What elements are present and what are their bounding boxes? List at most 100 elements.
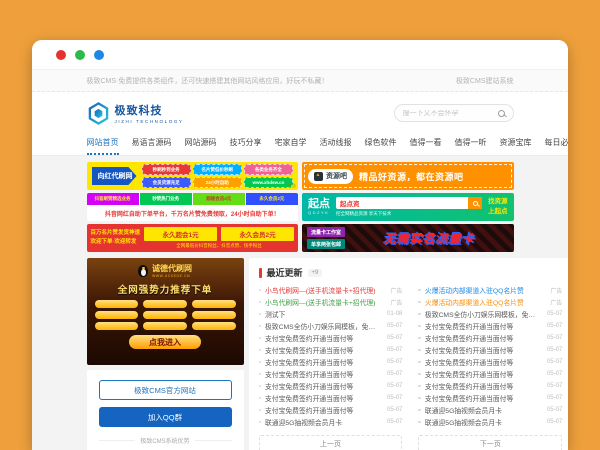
- main-area: 诚德代刷网 WWW.UCKEGE.CN 全网强势力推荐下单: [87, 258, 514, 450]
- list-item[interactable]: 支付宝免费签约开通当面付等 05-07: [418, 344, 562, 356]
- window-maximize-button[interactable]: [94, 50, 104, 60]
- nav-item[interactable]: 值得一听: [455, 134, 487, 155]
- bullet-icon: [259, 361, 262, 364]
- list-item-title: 极致CMS全仿小刀娱乐网模板，免费下...: [425, 309, 541, 319]
- list-item[interactable]: 支付宝免费签约开通当面付等 05-07: [259, 344, 403, 356]
- ad-banner-ziyuanba[interactable]: 资源吧 精品好资源，都在资源吧: [302, 162, 514, 190]
- list-item-title: 支付宝免费签约开通当面付等: [265, 345, 381, 355]
- nav-item[interactable]: 网站首页: [87, 134, 119, 155]
- list-item-meta: 05-07: [387, 395, 402, 401]
- pagination: 上一页 下一页: [259, 435, 563, 450]
- nav-item[interactable]: 资源宝库: [500, 134, 532, 155]
- list-item[interactable]: 支付宝免费签约开通当面付等 05-07: [259, 356, 403, 368]
- main-navbar: 网站首页 易语言源码 网站源码 技巧分享 宅家自学 活动线报 绿色软件 值得一看…: [32, 134, 568, 156]
- advantage-divider: 极致CMS系统优势: [99, 436, 232, 445]
- bullet-icon: [418, 349, 421, 352]
- ad-banner-xianghong[interactable]: 向红代刷网 秒刷秒到业务 名片赞低价秒刷 各类业务齐全 会员货源充足 24小时自…: [87, 162, 299, 190]
- list-item[interactable]: 联通迎5G抽视频会员月卡 05-07: [259, 416, 403, 428]
- divider-label: 极致CMS系统优势: [140, 436, 189, 445]
- prev-page-button[interactable]: 上一页: [259, 435, 403, 450]
- list-item[interactable]: 支付宝免费签约开通当面付等 05-07: [418, 332, 562, 344]
- window-minimize-button[interactable]: [75, 50, 85, 60]
- list-item-title: 支付宝免费签约开通当面付等: [265, 381, 381, 391]
- list-item[interactable]: 支付宝免费签约开通当面付等 05-07: [418, 356, 562, 368]
- ad-banner-liuliangka[interactable]: 流量卡工作室 单享两张包邮 无需实名流量卡: [302, 224, 514, 252]
- list-item[interactable]: 支付宝免费签约开通当面付等 05-07: [259, 368, 403, 380]
- logo-title: 极致科技: [115, 102, 184, 118]
- sidebar-ad[interactable]: 诚德代刷网 WWW.UCKEGE.CN 全网强势力推荐下单: [87, 258, 244, 365]
- list-item[interactable]: 支付宝免费签约开通当面付等 05-07: [418, 368, 562, 380]
- list-item-meta: 广告: [390, 298, 402, 307]
- nav-item[interactable]: 值得一看: [410, 134, 442, 155]
- page-content: 向红代刷网 秒刷秒到业务 名片赞低价秒刷 各类业务齐全 会员货源充足 24小时自…: [32, 156, 568, 450]
- search-input[interactable]: [403, 110, 494, 117]
- nav-item[interactable]: 网站源码: [185, 134, 217, 155]
- list-item[interactable]: 联通迎5G抽视频会员月卡 05-07: [418, 404, 562, 416]
- list-item-meta: 05-07: [387, 407, 402, 413]
- bullet-icon: [259, 289, 262, 292]
- banner-tagline: 抖音网红自助下单平台，千万名片赞免费领取，24小时自助下单！: [87, 205, 299, 221]
- nav-list: 网站首页 易语言源码 网站源码 技巧分享 宅家自学 活动线报 绿色软件 值得一看…: [87, 134, 514, 155]
- list-item-meta: 05-07: [387, 347, 402, 353]
- nav-item[interactable]: 易语言源码: [132, 134, 172, 155]
- official-site-button[interactable]: 极致CMS官方网站: [99, 380, 232, 400]
- list-item[interactable]: 支付宝免费签约开通当面付等 05-07: [259, 392, 403, 404]
- browser-window: 极致CMS·免费提供各类组件，还可快速搭建其他网站风格应用，好玩不私藏！ 极致C…: [32, 40, 568, 450]
- gold-pill: [192, 300, 236, 308]
- gold-pill: [95, 322, 139, 330]
- nav-item[interactable]: 绿色软件: [365, 134, 397, 155]
- search-box[interactable]: [394, 104, 514, 122]
- banner-tag: 流量卡工作室: [307, 227, 345, 237]
- topbar-right-link[interactable]: 极致CMS建站系统: [456, 76, 514, 86]
- list-item[interactable]: 支付宝免费签约开通当面付等 05-07: [418, 320, 562, 332]
- banner-right-block: 永久超会1元 永久会员2元 全网最低价抖音粉丝、抖音点赞、快手粉丝: [144, 227, 294, 249]
- window-close-button[interactable]: [56, 50, 66, 60]
- list-item[interactable]: 测试下 01-08: [259, 308, 403, 320]
- banner-pill: 秒刷秒到业务: [142, 164, 191, 175]
- search-icon[interactable]: [498, 110, 505, 117]
- site-logo[interactable]: 极致科技 JIZHI TECHNOLOGY: [87, 102, 184, 125]
- enter-button[interactable]: 点我进入: [129, 335, 201, 349]
- nav-item[interactable]: 活动线报: [320, 134, 352, 155]
- list-item[interactable]: 联通迎5G抽视频会员月卡 05-07: [418, 416, 562, 428]
- ad-banner-douyin[interactable]: 抖音刷赞精选业务 秒赞热门业务 超级会员4元 永久会员2元 抖音网红自助下单平台…: [87, 193, 299, 221]
- list-item[interactable]: 支付宝免费签约开通当面付等 05-07: [259, 380, 403, 392]
- banner-search-box: 起点资: [336, 197, 482, 209]
- banner-block-list: 抖音刷赞精选业务 秒赞热门业务 超级会员4元 永久会员2元: [87, 193, 299, 205]
- list-item[interactable]: 小鸟代刷网—(送手机流量卡+招代理) 广告: [259, 296, 403, 308]
- list-item-title: 火爆活动内部渠道入驻QQ名片赞: [425, 285, 544, 295]
- list-item[interactable]: 支付宝免费签约开通当面付等 05-07: [259, 404, 403, 416]
- list-item-meta: 01-08: [387, 311, 402, 317]
- list-item[interactable]: 支付宝免费签约开通当面付等 05-07: [418, 380, 562, 392]
- list-item-title: 支付宝免费签约开通当面付等: [425, 333, 541, 343]
- list-item[interactable]: 火爆活动内部渠道入驻QQ名片赞 广告: [418, 284, 562, 296]
- list-item-title: 火爆活动内部渠道入驻QQ名片赞: [425, 297, 544, 307]
- next-page-button[interactable]: 下一页: [418, 435, 562, 450]
- nav-item[interactable]: 宅家自学: [275, 134, 307, 155]
- window-titlebar: [32, 40, 568, 70]
- list-item[interactable]: 支付宝免费签约开通当面付等 05-07: [418, 392, 562, 404]
- hexagon-logo-icon: [87, 102, 110, 125]
- list-item-meta: 05-07: [547, 311, 562, 317]
- bullet-icon: [259, 373, 262, 376]
- list-item[interactable]: 火爆活动内部渠道入驻QQ名片赞 广告: [418, 296, 562, 308]
- list-item[interactable]: 极致CMS全仿小刀娱乐网模板，免费下... 05-07: [418, 308, 562, 320]
- ad-banner-qidian[interactable]: 起点 QDZYK 起点资 挖全网精品资源 享天下技术 找资源 上起点: [302, 193, 514, 221]
- list-item[interactable]: 小鸟代刷网—(送手机流量卡+招代理) 广告: [259, 284, 403, 296]
- nav-item[interactable]: 每日必买: [545, 134, 569, 155]
- banner-left-text: 百万名片赞发货神速 欢迎下单·欢迎转发: [91, 229, 141, 247]
- ad-banner-mingpianzan[interactable]: 百万名片赞发货神速 欢迎下单·欢迎转发 永久超会1元 永久会员2元 全网最低价抖…: [87, 224, 299, 252]
- qidian-slogan-line1: 找资源: [488, 197, 508, 207]
- banner-brand-label: 向红代刷网: [92, 167, 137, 185]
- list-item[interactable]: 支付宝免费签约开通当面付等 05-07: [259, 332, 403, 344]
- banner-pill: 24小时自助: [193, 177, 242, 188]
- join-qq-button[interactable]: 加入QQ群: [99, 407, 232, 427]
- nav-item[interactable]: 技巧分享: [230, 134, 262, 155]
- list-item-meta: 05-07: [547, 371, 562, 377]
- list-item-meta: 05-07: [387, 371, 402, 377]
- list-item-title: 支付宝免费签约开通当面付等: [265, 357, 381, 367]
- list-item-title: 支付宝免费签约开通当面付等: [265, 393, 381, 403]
- list-item-meta: 05-07: [387, 359, 402, 365]
- list-item[interactable]: 极致CMS全仿小刀娱乐网模板，免费下... 05-07: [259, 320, 403, 332]
- list-item-title: 支付宝免费签约开通当面付等: [425, 369, 541, 379]
